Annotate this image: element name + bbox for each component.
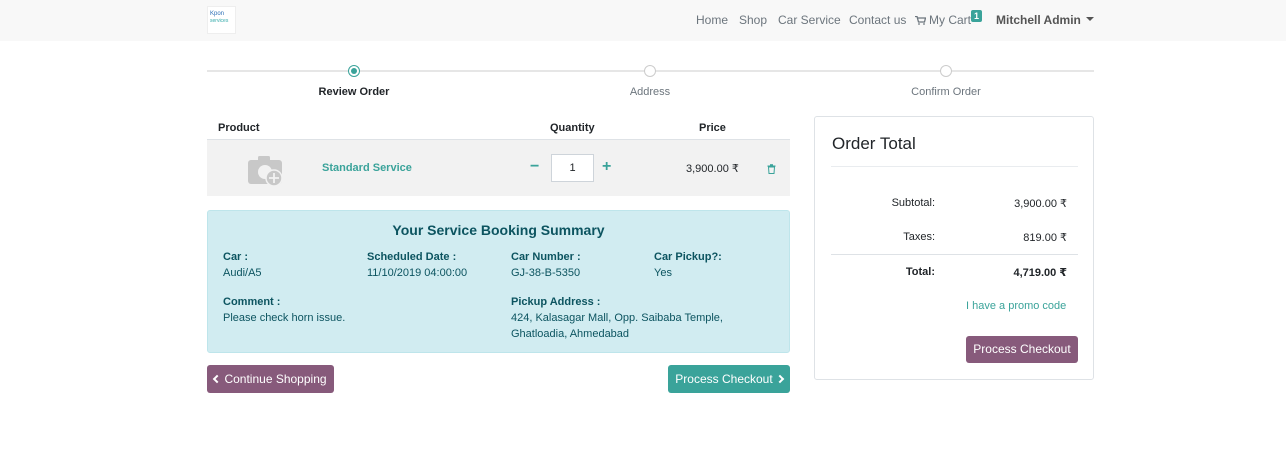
chevron-left-icon: [213, 374, 222, 384]
car-pickup-label: Car Pickup?:: [654, 251, 722, 263]
cart-icon: [915, 16, 926, 25]
total-divider: [831, 254, 1078, 255]
taxes-label: Taxes:: [903, 231, 935, 243]
wizard-step-confirm[interactable]: Confirm Order: [911, 86, 981, 98]
quantity-input[interactable]: [551, 154, 594, 182]
nav-shop[interactable]: Shop: [739, 13, 767, 27]
quantity-decrease-button[interactable]: −: [530, 159, 539, 175]
top-navbar: Kpon services Home Shop Car Service Cont…: [0, 0, 1286, 41]
total-value: 4,719.00 ₹: [1013, 267, 1067, 279]
car-pickup-value: Yes: [654, 267, 672, 279]
total-label: Total:: [905, 266, 935, 278]
brand-logo[interactable]: Kpon services: [207, 6, 236, 34]
booking-summary-panel: Your Service Booking Summary Car : Audi/…: [207, 210, 790, 353]
chevron-down-icon: [1085, 16, 1094, 21]
car-value: Audi/A5: [223, 267, 262, 279]
scheduled-date-value: 11/10/2019 04:00:00: [367, 267, 468, 279]
product-name-link[interactable]: Standard Service: [322, 162, 412, 174]
continue-shopping-label: Continue Shopping: [224, 372, 327, 386]
logo-subtext: services: [210, 18, 229, 24]
process-checkout-button[interactable]: Process Checkout: [668, 365, 790, 393]
chevron-right-icon: [775, 374, 784, 384]
card-divider: [831, 166, 1078, 167]
trash-icon[interactable]: [767, 164, 776, 174]
pickup-address-line2: Ghatloadia, Ahmedabad: [511, 328, 630, 340]
wizard-step-dot-confirm: [940, 65, 952, 77]
nav-cart-label: My Cart: [929, 13, 971, 27]
user-menu[interactable]: Mitchell Admin: [996, 13, 1094, 27]
promo-code-link[interactable]: I have a promo code: [966, 300, 1066, 312]
user-name: Mitchell Admin: [996, 13, 1081, 27]
pickup-address-label: Pickup Address :: [511, 296, 601, 308]
product-image-placeholder-icon: [248, 156, 283, 187]
card-process-checkout-button[interactable]: Process Checkout: [966, 336, 1078, 363]
nav-car-service[interactable]: Car Service: [778, 13, 841, 27]
logo-text: Kpon: [210, 11, 225, 17]
wizard-step-review[interactable]: Review Order: [319, 86, 390, 98]
quantity-increase-button[interactable]: +: [602, 159, 611, 175]
wizard-step-address[interactable]: Address: [630, 86, 670, 98]
car-number-value: GJ-38-B-5350: [511, 267, 581, 279]
car-number-label: Car Number :: [511, 251, 581, 263]
column-header-price: Price: [699, 122, 726, 134]
wizard-step-dot-review: [348, 65, 360, 77]
scheduled-date-label: Scheduled Date :: [367, 251, 457, 263]
nav-home[interactable]: Home: [696, 13, 728, 27]
booking-summary-title: Your Service Booking Summary: [392, 222, 605, 238]
wizard-step-dot-address: [644, 65, 656, 77]
subtotal-label: Subtotal:: [891, 197, 935, 209]
order-total-card: Order Total Subtotal: 3,900.00 ₹ Taxes: …: [814, 116, 1094, 380]
subtotal-value: 3,900.00 ₹: [1014, 198, 1067, 210]
taxes-value: 819.00 ₹: [1023, 232, 1067, 244]
process-checkout-label: Process Checkout: [675, 372, 773, 386]
pickup-address-line1: 424, Kalasagar Mall, Opp. Saibaba Temple…: [511, 312, 723, 324]
comment-label: Comment :: [223, 296, 281, 308]
column-header-product: Product: [218, 122, 260, 134]
cart-count-badge: 1: [971, 10, 983, 22]
comment-value: Please check horn issue.: [223, 312, 346, 324]
order-total-title: Order Total: [832, 134, 916, 153]
nav-cart[interactable]: My Cart: [915, 13, 971, 27]
column-header-quantity: Quantity: [550, 122, 595, 134]
car-label: Car :: [223, 251, 249, 263]
product-price: 3,900.00 ₹: [686, 163, 739, 175]
continue-shopping-button[interactable]: Continue Shopping: [207, 365, 334, 393]
nav-contact[interactable]: Contact us: [849, 13, 906, 27]
